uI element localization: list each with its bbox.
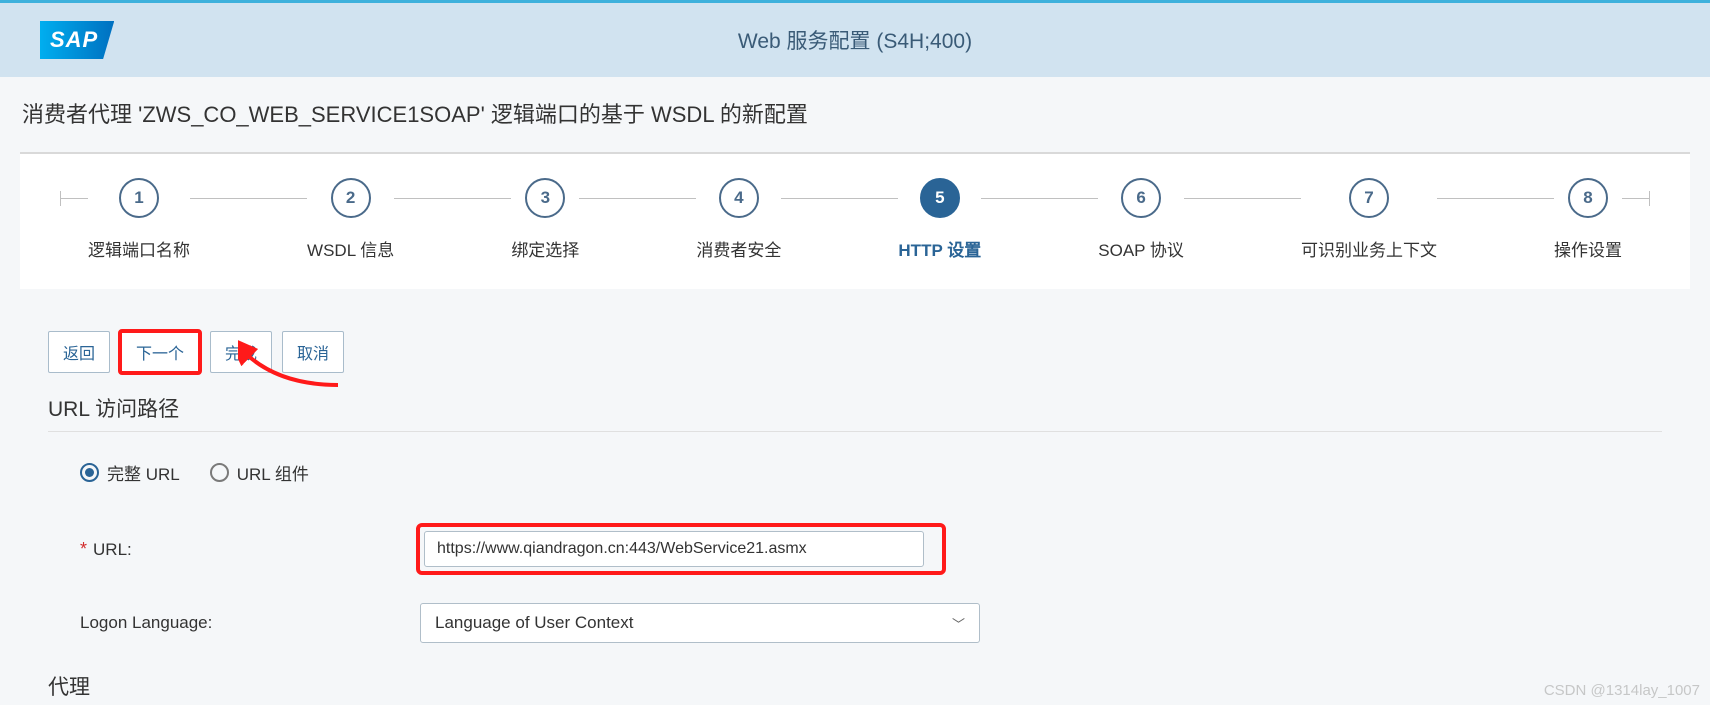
wizard-step-label: 操作设置 [1554, 236, 1622, 261]
section-url-path-title: URL 访问路径 [48, 393, 1662, 432]
url-input-highlight [416, 523, 946, 575]
wizard-step-circle: 6 [1121, 178, 1161, 218]
wizard-step-label: 逻辑端口名称 [88, 236, 190, 261]
radio-icon [210, 463, 229, 482]
form-area: 完整 URL URL 组件 * URL: Logon Language: Lan… [48, 460, 1662, 643]
wizard-edge-right [1622, 198, 1650, 199]
wizard-step-8[interactable]: 8 操作设置 [1554, 178, 1622, 261]
wizard-connector [190, 198, 307, 199]
wizard-step-label: WSDL 信息 [307, 236, 394, 261]
radio-label-full-url: 完整 URL [107, 460, 180, 485]
content-area: 返回 下一个 完成 取消 URL 访问路径 完整 URL URL 组件 [0, 289, 1710, 701]
url-input[interactable] [424, 531, 924, 567]
sap-logo: SAP [40, 21, 114, 59]
wizard-connector [579, 198, 696, 199]
radio-url-component[interactable]: URL 组件 [210, 460, 309, 485]
radio-label-url-component: URL 组件 [237, 460, 309, 485]
wizard-container: 1 逻辑端口名称 2 WSDL 信息 3 绑定选择 4 消费者安全 5 HTTP 设置 6 SOAP … [20, 152, 1690, 289]
wizard-step-4[interactable]: 4 消费者安全 [696, 178, 781, 261]
logon-language-label: Logon Language: [80, 613, 420, 633]
wizard-step-label: 消费者安全 [696, 236, 781, 261]
wizard-edge-left [60, 198, 88, 199]
url-label-text: URL: [93, 540, 132, 560]
wizard-step-circle: 1 [119, 178, 159, 218]
wizard-step-circle: 8 [1568, 178, 1608, 218]
wizard-connector [981, 198, 1098, 199]
section-proxy-title: 代理 [48, 671, 1662, 701]
wizard-step-6[interactable]: 6 SOAP 协议 [1098, 178, 1184, 261]
wizard-step-2[interactable]: 2 WSDL 信息 [307, 178, 394, 261]
url-mode-radio-group: 完整 URL URL 组件 [80, 460, 1662, 485]
wizard-step-label: 绑定选择 [511, 236, 579, 261]
url-field-label: * URL: [80, 539, 420, 560]
wizard-step-circle: 5 [920, 178, 960, 218]
wizard-connector [781, 198, 898, 199]
wizard-step-circle: 2 [331, 178, 371, 218]
finish-button[interactable]: 完成 [210, 331, 272, 373]
wizard-connector [1184, 198, 1301, 199]
wizard-step-7[interactable]: 7 可识别业务上下文 [1301, 178, 1437, 261]
wizard-connector [1437, 198, 1554, 199]
wizard-step-circle: 4 [719, 178, 759, 218]
page-title: 消费者代理 'ZWS_CO_WEB_SERVICE1SOAP' 逻辑端口的基于 … [0, 77, 1710, 142]
cancel-button[interactable]: 取消 [282, 331, 344, 373]
wizard-step-3[interactable]: 3 绑定选择 [511, 178, 579, 261]
watermark: CSDN @1314lay_1007 [1544, 682, 1700, 699]
logon-language-value: Language of User Context [435, 613, 633, 633]
radio-icon [80, 463, 99, 482]
next-button[interactable]: 下一个 [120, 331, 200, 373]
required-asterisk: * [80, 539, 87, 560]
url-field-row: * URL: [80, 523, 1662, 575]
wizard-step-label: SOAP 协议 [1098, 236, 1184, 261]
logon-language-select[interactable]: Language of User Context ﹀ [420, 603, 980, 643]
wizard-step-circle: 7 [1349, 178, 1389, 218]
back-button[interactable]: 返回 [48, 331, 110, 373]
logon-language-row: Logon Language: Language of User Context… [80, 603, 1662, 643]
wizard-step-5[interactable]: 5 HTTP 设置 [898, 178, 981, 261]
chevron-down-icon: ﹀ [952, 614, 965, 633]
wizard-step-circle: 3 [525, 178, 565, 218]
wizard-connector [394, 198, 511, 199]
wizard-step-label: HTTP 设置 [898, 236, 981, 261]
action-button-row: 返回 下一个 完成 取消 [48, 331, 1662, 373]
radio-full-url[interactable]: 完整 URL [80, 460, 180, 485]
wizard-step-1[interactable]: 1 逻辑端口名称 [88, 178, 190, 261]
header-title: Web 服务配置 (S4H;400) [738, 25, 972, 55]
wizard-steps: 1 逻辑端口名称 2 WSDL 信息 3 绑定选择 4 消费者安全 5 HTTP 设置 6 SOAP … [50, 160, 1660, 261]
wizard-step-label: 可识别业务上下文 [1301, 236, 1437, 261]
app-header: SAP Web 服务配置 (S4H;400) [0, 3, 1710, 77]
